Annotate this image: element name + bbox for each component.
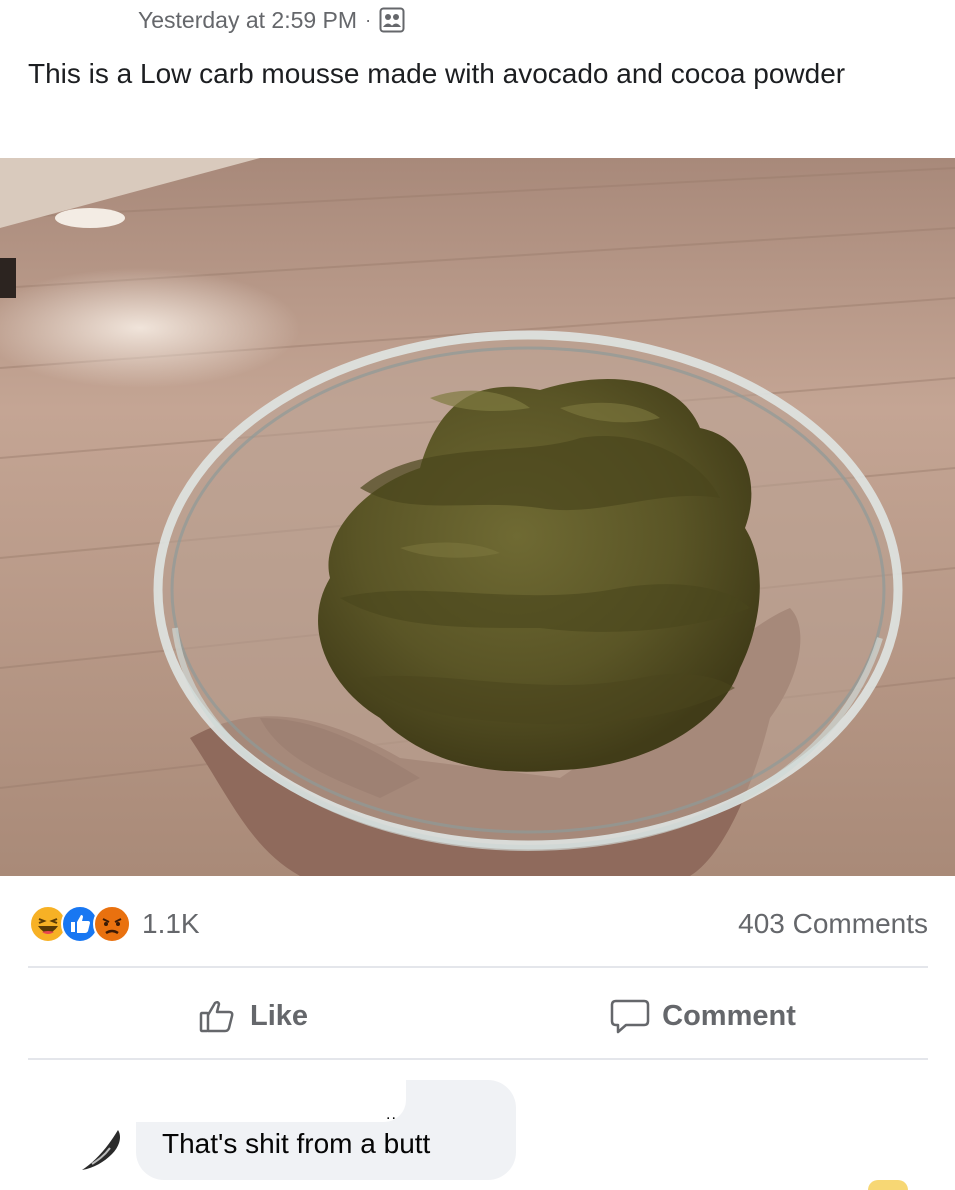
action-bar: Like Comment (28, 980, 928, 1052)
commenter-avatar[interactable] (76, 1122, 132, 1174)
redacted-author-name (136, 1080, 406, 1122)
reaction-icons (28, 904, 132, 944)
comment: .. That's shit from a butt (70, 1076, 570, 1180)
header-separator: · (365, 9, 372, 30)
comments-count-link[interactable]: 403 Comments (738, 908, 928, 940)
comment-button[interactable]: Comment (478, 980, 928, 1052)
like-button[interactable]: Like (28, 980, 478, 1052)
friends-icon[interactable] (379, 7, 405, 33)
comment-author-tail: .. (386, 1106, 397, 1123)
comment-text: That's shit from a butt (162, 1128, 431, 1159)
speech-bubble-icon (610, 997, 650, 1035)
divider (28, 1058, 928, 1060)
post-photo[interactable] (0, 158, 955, 876)
comment-bubble: .. That's shit from a butt (136, 1080, 516, 1180)
comment-button-label: Comment (662, 999, 796, 1032)
like-button-label: Like (249, 999, 309, 1032)
reactions-summary[interactable]: 1.1K (28, 904, 200, 944)
post-caption: This is a Low carb mousse made with avoc… (28, 58, 846, 89)
post-header: Yesterday at 2:59 PM · (138, 2, 405, 38)
divider (28, 966, 928, 968)
thumbs-up-icon (198, 998, 238, 1034)
reaction-peek-icon (868, 1180, 908, 1190)
reactions-bar: 1.1K 403 Comments (28, 900, 928, 948)
facebook-post: Yesterday at 2:59 PM · This is a Low car… (0, 0, 955, 1190)
angry-icon (92, 904, 132, 944)
reaction-count: 1.1K (142, 908, 200, 939)
post-timestamp[interactable]: Yesterday at 2:59 PM (138, 7, 357, 34)
